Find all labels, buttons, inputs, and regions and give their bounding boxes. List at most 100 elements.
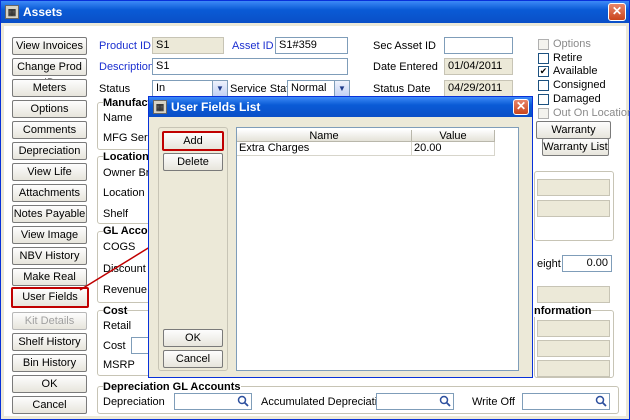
- ok-button[interactable]: OK: [12, 375, 87, 393]
- depreciation-gl-label: Depreciation: [103, 396, 165, 408]
- depreciation-gl-field[interactable]: [174, 393, 252, 410]
- user-fields-grid[interactable]: Name Value Extra Charges 20.00: [236, 127, 519, 371]
- status-date-field[interactable]: 04/29/2011: [444, 80, 513, 97]
- status-label: Status: [99, 83, 131, 95]
- window-title: Assets: [23, 5, 63, 19]
- service-status-select[interactable]: Normal ▼: [287, 80, 350, 97]
- options-button[interactable]: Options: [12, 100, 87, 118]
- service-status-value: Normal: [291, 82, 327, 94]
- write-off-field[interactable]: [522, 393, 610, 410]
- right-field-5[interactable]: [537, 340, 610, 357]
- search-icon[interactable]: [237, 395, 249, 407]
- msrp-label: MSRP: [103, 359, 135, 371]
- right-field-2[interactable]: [537, 200, 610, 217]
- dialog-ok-button[interactable]: OK: [163, 329, 223, 347]
- dialog-title: User Fields List: [171, 100, 261, 114]
- view-invoices-button[interactable]: View Invoices: [12, 37, 87, 55]
- date-entered-field[interactable]: 01/04/2011: [444, 58, 513, 75]
- dialog-titlebar: ▦ User Fields List ✕: [149, 97, 532, 117]
- location-label: Location: [103, 187, 145, 199]
- depreciation-gl-group-title: Depreciation GL Accounts: [103, 381, 241, 393]
- chevron-down-icon[interactable]: ▼: [212, 81, 227, 96]
- cancel-button[interactable]: Cancel: [12, 396, 87, 414]
- right-field-4[interactable]: [537, 320, 610, 337]
- consigned-checkbox-label: Consigned: [553, 79, 606, 91]
- dialog-app-icon: ▦: [153, 100, 167, 114]
- view-life-button[interactable]: View Life: [12, 163, 87, 181]
- name-label: Name: [103, 112, 133, 124]
- window-titlebar: ▦ Assets ✕: [1, 1, 629, 23]
- date-entered-label: Date Entered: [373, 61, 438, 73]
- asset-id-field[interactable]: S1#359: [275, 37, 348, 54]
- view-image-button[interactable]: View Image: [12, 226, 87, 244]
- sec-asset-id-label: Sec Asset ID: [373, 40, 436, 52]
- retail-label: Retail: [103, 320, 132, 332]
- dialog-close-icon[interactable]: ✕: [513, 99, 529, 115]
- change-prod-id-button[interactable]: Change Prod ID: [12, 58, 87, 89]
- app-icon: ▦: [5, 5, 19, 19]
- available-checkbox-label: Available: [553, 65, 598, 77]
- sec-asset-id-field[interactable]: [444, 37, 513, 54]
- user-fields-dialog: ▦ User Fields List ✕ Add Delete OK Cance…: [148, 96, 533, 378]
- discount-label: Discount: [103, 263, 146, 275]
- retire-checkbox[interactable]: [538, 53, 549, 64]
- weight-field[interactable]: 0.00: [562, 255, 612, 272]
- damaged-checkbox-label: Damaged: [553, 93, 601, 105]
- revenue-label: Revenue: [103, 284, 148, 296]
- delete-button[interactable]: Delete: [163, 153, 223, 171]
- status-select[interactable]: In ▼: [152, 80, 228, 97]
- dialog-cancel-button[interactable]: Cancel: [163, 350, 223, 368]
- make-real-button[interactable]: Make Real: [12, 268, 87, 286]
- nbv-history-button[interactable]: NBV History: [12, 247, 87, 265]
- cell-value[interactable]: 20.00: [412, 142, 495, 156]
- warranty-list-button[interactable]: Warranty List: [542, 138, 609, 156]
- retire-checkbox-label: Retire: [553, 52, 583, 64]
- out-on-location-checkbox-label: Out On Location: [553, 107, 630, 119]
- shelf-history-button[interactable]: Shelf History: [12, 333, 87, 351]
- cost-group-title: Cost: [103, 305, 128, 317]
- cell-name[interactable]: Extra Charges: [237, 142, 412, 156]
- attachments-button[interactable]: Attachments: [12, 184, 87, 202]
- description-field[interactable]: S1: [152, 58, 348, 75]
- write-off-label: Write Off: [472, 396, 515, 408]
- column-header-value[interactable]: Value: [412, 130, 495, 142]
- information-group-title: nformation: [534, 305, 592, 317]
- comments-button[interactable]: Comments: [12, 121, 87, 139]
- column-header-name[interactable]: Name: [237, 130, 412, 142]
- right-field-1[interactable]: [537, 179, 610, 196]
- user-fields-button[interactable]: User Fields: [11, 287, 89, 308]
- location-group-title: Location: [103, 151, 149, 163]
- kit-details-button[interactable]: Kit Details: [12, 312, 87, 330]
- weight-label: eight: [537, 258, 561, 270]
- cost-label: Cost: [103, 340, 126, 352]
- product-id-field[interactable]: S1: [152, 37, 224, 54]
- add-button[interactable]: Add: [162, 131, 224, 151]
- status-value: In: [156, 82, 166, 94]
- shelf-label: Shelf: [103, 208, 129, 220]
- damaged-checkbox[interactable]: [538, 94, 549, 105]
- chevron-down-icon[interactable]: ▼: [334, 81, 349, 96]
- search-icon[interactable]: [595, 395, 607, 407]
- status-date-label: Status Date: [373, 83, 431, 95]
- options-checkbox[interactable]: [538, 39, 549, 50]
- notes-payable-button[interactable]: Notes Payable: [12, 205, 87, 223]
- dialog-body: Add Delete OK Cancel Name Value Extra Ch…: [152, 119, 529, 375]
- accumulated-depreciation-field[interactable]: [376, 393, 454, 410]
- bin-history-button[interactable]: Bin History: [12, 354, 87, 372]
- available-checkbox[interactable]: ✔: [538, 66, 549, 77]
- asset-id-label: Asset ID: [232, 40, 274, 52]
- out-on-location-checkbox[interactable]: [538, 108, 549, 119]
- warranty-actuation-button[interactable]: Warranty Actuation: [536, 121, 611, 152]
- meters-button[interactable]: Meters: [12, 79, 87, 97]
- consigned-checkbox[interactable]: [538, 80, 549, 91]
- cogs-label: COGS: [103, 241, 136, 253]
- product-id-label: Product ID: [99, 40, 151, 52]
- options-checkbox-label: Options: [553, 38, 591, 50]
- description-label: Description: [99, 61, 155, 73]
- search-icon[interactable]: [439, 395, 451, 407]
- depreciation-button[interactable]: Depreciation: [12, 142, 87, 160]
- close-icon[interactable]: ✕: [608, 3, 626, 21]
- right-field-3[interactable]: [537, 286, 610, 303]
- accumulated-depreciation-label: Accumulated Depreciation: [261, 396, 390, 408]
- right-field-6[interactable]: [537, 360, 610, 377]
